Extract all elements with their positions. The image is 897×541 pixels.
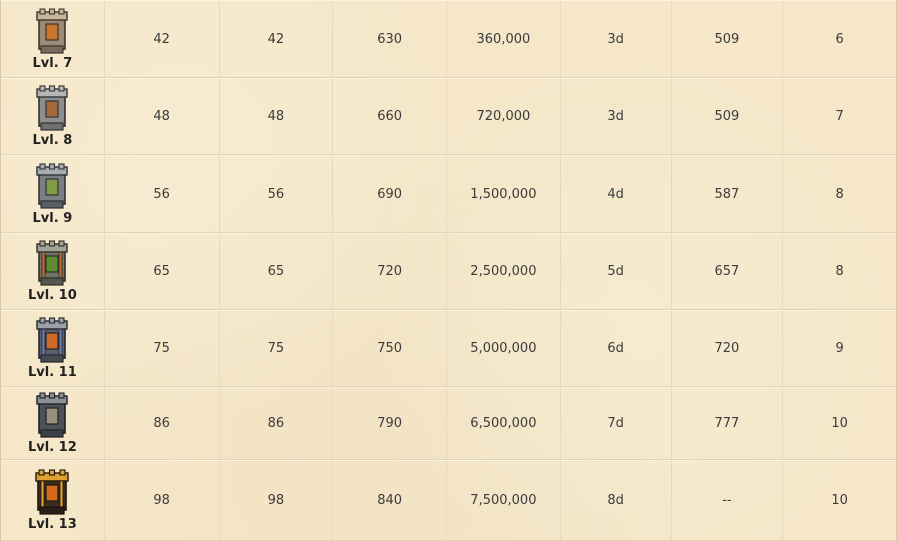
stat-cell: 48: [105, 79, 220, 154]
stat-cell: 8: [835, 264, 844, 279]
cost-cell: 720,000: [447, 79, 561, 154]
table-row: Lvl. 10 65 65 720 2,500,000 5d 657 8: [1, 233, 896, 310]
stat-cell: 777: [672, 388, 784, 459]
table-row: Lvl. 7 42 42 630 360,000 3d 509 6: [1, 0, 896, 78]
stat-cell: 56: [105, 156, 220, 232]
stat-cell: 86: [105, 388, 220, 459]
time-cell: 5d: [561, 234, 672, 309]
stat-cell: 86: [220, 388, 334, 459]
time-cell: 4d: [561, 156, 672, 232]
tower-icon: [36, 240, 69, 286]
stat-cell: 10: [831, 493, 848, 508]
stat-cell: 10: [831, 416, 848, 431]
level-label: Lvl. 12: [27, 440, 77, 455]
stat-cell: 7: [835, 109, 844, 124]
level-label: Lvl. 7: [32, 55, 73, 71]
level-label: Lvl. 13: [27, 517, 77, 532]
tower-icon: [36, 7, 69, 54]
stat-cell: 720: [672, 311, 784, 386]
stat-cell: 509: [672, 1, 784, 77]
stat-cell: 48: [220, 79, 334, 154]
stat-cell: 630: [333, 1, 448, 77]
time-cell: 3d: [561, 79, 672, 154]
tower-icon: [36, 85, 69, 131]
stat-cell: 56: [220, 156, 334, 232]
stat-cell: 9: [835, 341, 844, 356]
stat-cell: 98: [220, 461, 334, 540]
table-row: Lvl. 13 98 98 840 7,500,000 8d -- 10: [1, 460, 896, 541]
cost-cell: 2,500,000: [447, 234, 561, 309]
stat-cell: 8: [835, 186, 844, 202]
tower-icon: [36, 162, 69, 209]
level-cell: Lvl. 13: [1, 461, 105, 540]
cost-cell: 5,000,000: [447, 311, 561, 386]
level-label: Lvl. 11: [27, 365, 77, 380]
stat-cell: 750: [333, 311, 448, 386]
stat-cell: --: [672, 461, 784, 540]
time-cell: 7d: [561, 388, 672, 459]
cost-cell: 1,500,000: [447, 156, 561, 232]
cost-cell: 7,500,000: [447, 461, 561, 540]
tower-icon: [35, 469, 70, 515]
stat-cell: 509: [672, 79, 784, 154]
level-cell: Lvl. 12: [1, 388, 105, 459]
tower-icon: [36, 317, 69, 363]
table-row: Lvl. 8 48 48 660 720,000 3d 509 7: [1, 78, 896, 155]
stat-cell: 720: [333, 234, 448, 309]
time-cell: 8d: [561, 461, 672, 540]
level-label: Lvl. 9: [32, 210, 73, 226]
stat-cell: 660: [333, 79, 448, 154]
level-cell: Lvl. 11: [1, 311, 105, 386]
stat-cell: 42: [220, 1, 334, 77]
stat-cell: 6: [835, 31, 844, 47]
table-row: Lvl. 12 86 86 790 6,500,000 7d 777 10: [1, 387, 896, 460]
stat-cell: 790: [333, 388, 448, 459]
level-cell: Lvl. 8: [1, 79, 105, 154]
level-label: Lvl. 8: [32, 133, 73, 148]
stat-cell: 690: [333, 156, 448, 232]
stat-cell: 42: [105, 1, 220, 77]
stat-cell: 65: [220, 234, 334, 309]
stat-cell: 98: [105, 461, 220, 540]
table-row: Lvl. 9 56 56 690 1,500,000 4d 587 8: [1, 155, 896, 233]
level-cell: Lvl. 7: [1, 1, 105, 77]
cost-cell: 360,000: [447, 1, 561, 77]
stat-cell: 75: [220, 311, 334, 386]
time-cell: 6d: [561, 311, 672, 386]
level-label: Lvl. 10: [27, 288, 77, 303]
table-row: Lvl. 11 75 75 750 5,000,000 6d 720 9: [1, 310, 896, 387]
stat-cell: 840: [333, 461, 448, 540]
cost-cell: 6,500,000: [447, 388, 561, 459]
level-cell: Lvl. 10: [1, 234, 105, 309]
stat-cell: 65: [105, 234, 220, 309]
tower-icon: [36, 392, 69, 438]
building-stats-table: Lvl. 7 42 42 630 360,000 3d 509 6 Lvl. 8…: [0, 0, 897, 541]
stat-cell: 657: [672, 234, 784, 309]
stat-cell: 75: [105, 311, 220, 386]
time-cell: 3d: [561, 1, 672, 77]
level-cell: Lvl. 9: [1, 156, 105, 232]
stat-cell: 587: [672, 156, 784, 232]
